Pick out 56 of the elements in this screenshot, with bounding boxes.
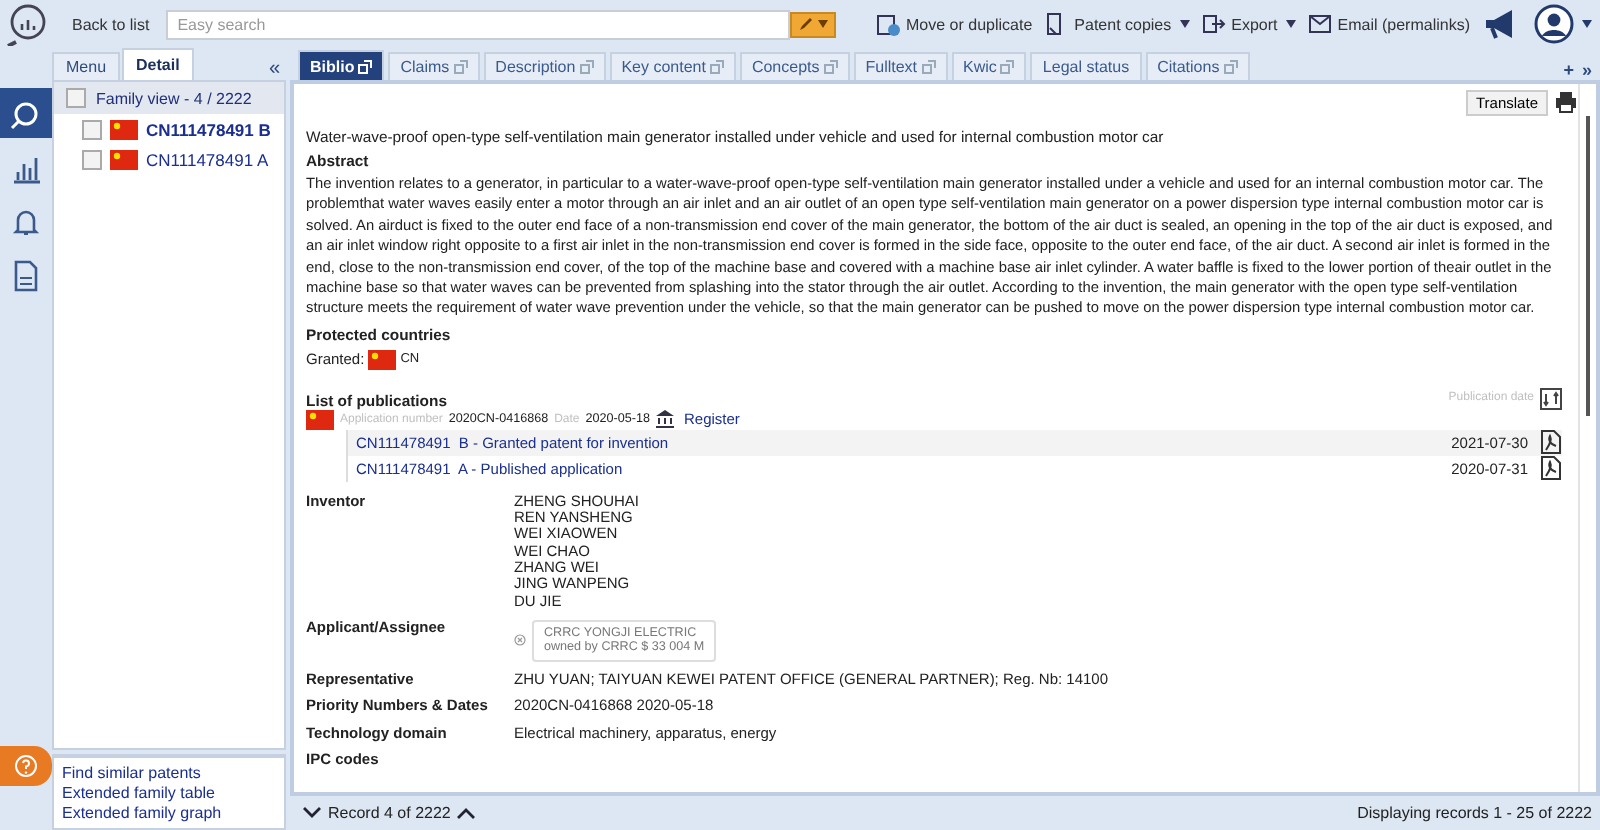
chevron-up-icon[interactable] bbox=[456, 806, 477, 820]
bank-building-icon bbox=[656, 410, 674, 429]
patent-link[interactable]: CN111478491 B bbox=[146, 119, 271, 139]
side-link[interactable]: Find similar patents bbox=[62, 764, 276, 782]
back-to-list-link[interactable]: Back to list bbox=[72, 15, 150, 33]
tab[interactable]: Legal status bbox=[1030, 52, 1142, 80]
record-counter: Record 4 of 2222 bbox=[328, 804, 451, 822]
caret-icon[interactable] bbox=[1582, 20, 1592, 28]
chevron-down-icon[interactable] bbox=[302, 806, 322, 820]
edit-dropdown-button[interactable] bbox=[789, 11, 836, 37]
document-icon[interactable] bbox=[10, 259, 42, 291]
tab[interactable]: Key content bbox=[609, 52, 736, 80]
toolbar-button[interactable]: Email (permalinks) bbox=[1307, 12, 1470, 36]
tab[interactable]: Fulltext bbox=[853, 52, 948, 80]
checkbox[interactable] bbox=[82, 149, 102, 169]
scrollbar[interactable] bbox=[1578, 84, 1596, 792]
envelope-icon bbox=[1307, 12, 1332, 36]
export-icon bbox=[1201, 12, 1226, 36]
question-mark-icon bbox=[14, 754, 38, 778]
printer-icon[interactable] bbox=[1554, 90, 1578, 114]
tab-tool-button[interactable]: » bbox=[1581, 60, 1592, 80]
close-icon[interactable] bbox=[514, 634, 526, 647]
tab[interactable]: Citations bbox=[1145, 52, 1250, 80]
side-link[interactable]: Extended family graph bbox=[62, 804, 276, 822]
checkbox[interactable] bbox=[66, 88, 86, 108]
user-avatar-icon[interactable] bbox=[1534, 4, 1574, 44]
records-count: Displaying records 1 - 25 of 2222 bbox=[1357, 804, 1592, 822]
pdf-document-icon[interactable] bbox=[1540, 456, 1562, 481]
side-link[interactable]: Extended family table bbox=[62, 784, 276, 802]
toolbar-button[interactable]: Move or duplicate bbox=[876, 12, 1033, 36]
help-button[interactable] bbox=[0, 746, 52, 786]
collapse-button[interactable]: « bbox=[262, 58, 286, 80]
tab[interactable]: Description bbox=[483, 52, 606, 80]
checkbox[interactable] bbox=[82, 119, 102, 139]
sort-icon[interactable] bbox=[1540, 387, 1562, 410]
panel-tab[interactable]: Menu bbox=[52, 52, 121, 80]
caret-icon bbox=[817, 20, 828, 28]
flag-icon bbox=[110, 119, 138, 139]
tab[interactable]: Claims bbox=[388, 52, 480, 80]
panel-tab[interactable]: Detail bbox=[122, 48, 194, 80]
tab[interactable]: Concepts bbox=[739, 52, 850, 80]
search-field[interactable]: Easy search bbox=[165, 9, 790, 39]
flag-icon bbox=[368, 349, 397, 370]
flag-icon bbox=[110, 149, 138, 169]
patent-link[interactable]: CN111478491 A bbox=[146, 149, 269, 169]
toolbar-button[interactable]: Export bbox=[1201, 12, 1278, 36]
caret-icon[interactable] bbox=[1179, 20, 1190, 28]
bell-icon[interactable] bbox=[10, 205, 42, 237]
toolbar-button[interactable]: Patent copies bbox=[1044, 12, 1172, 36]
flag-icon bbox=[306, 409, 334, 430]
pdf-document-icon[interactable] bbox=[1540, 430, 1562, 455]
search-icon[interactable] bbox=[10, 97, 42, 129]
caret-icon[interactable] bbox=[1285, 20, 1296, 28]
tab-tool-button[interactable]: + bbox=[1563, 60, 1574, 80]
tab[interactable]: Biblio bbox=[298, 50, 385, 80]
tab[interactable]: Kwic bbox=[951, 52, 1027, 80]
